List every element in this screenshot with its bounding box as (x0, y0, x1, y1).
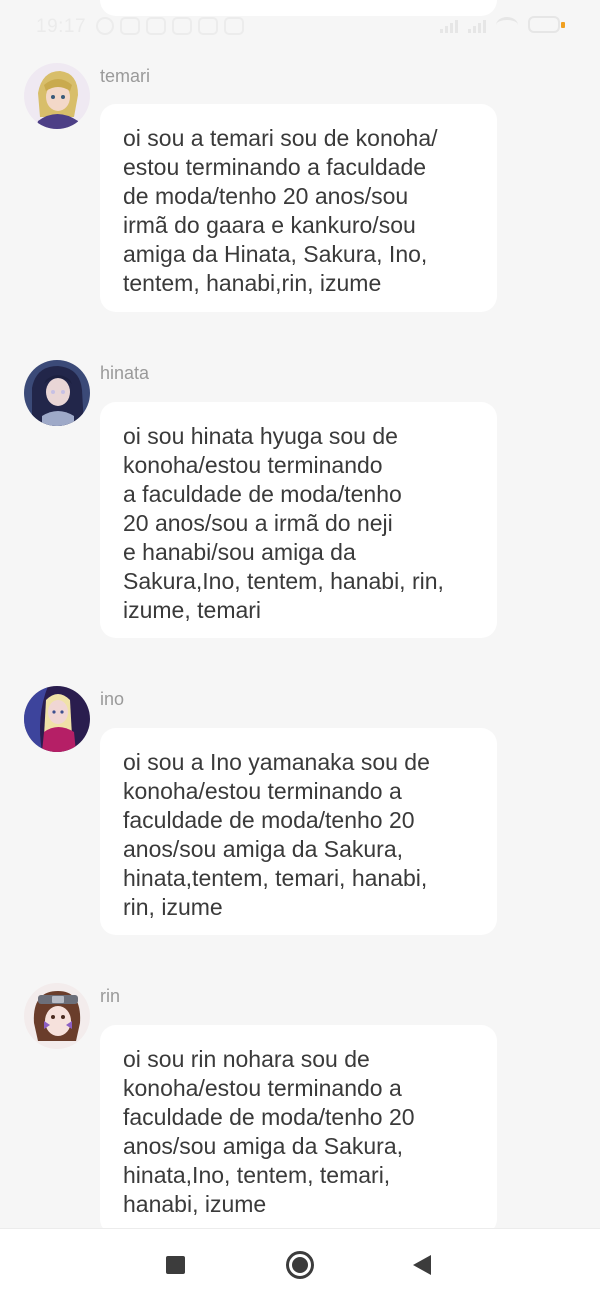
message-line: hanabi, izume (123, 1191, 267, 1217)
signal-icon (468, 17, 486, 33)
home-icon[interactable] (286, 1251, 314, 1279)
message-line: amiga da Hinata, Sakura, Ino, (123, 241, 428, 267)
chat-icon (120, 17, 140, 35)
status-bar: 19:17 (0, 0, 600, 54)
username[interactable]: hinata (100, 363, 149, 384)
message-line: faculdade de moda/tenho 20 (123, 807, 415, 833)
battery-icon (528, 16, 565, 33)
message-line: anos/sou amiga da Sakura, (123, 836, 404, 862)
message-bubble[interactable]: oi sou a Ino yamanaka sou de konoha/esto… (100, 728, 497, 935)
message-line: anos/sou amiga da Sakura, (123, 1133, 404, 1159)
message-line: konoha/estou terminando (123, 452, 383, 478)
recents-icon[interactable] (166, 1256, 185, 1274)
chat-icon (198, 17, 218, 35)
signal-icon (440, 17, 458, 33)
message-line: estou terminando a faculdade (123, 154, 427, 180)
rin-avatar[interactable] (24, 983, 90, 1049)
message-bubble[interactable]: oi sou a temari sou de konoha/ estou ter… (100, 104, 497, 312)
username[interactable]: temari (100, 66, 150, 87)
message-line: rin, izume (123, 894, 223, 920)
temari-avatar[interactable] (24, 63, 90, 129)
message-bubble[interactable]: oi sou hinata hyuga sou de konoha/estou … (100, 402, 497, 638)
message-line: oi sou hinata hyuga sou de (123, 423, 398, 449)
message-line: izume, temari (123, 597, 262, 623)
ino-avatar[interactable] (24, 686, 90, 752)
message-line: konoha/estou terminando a (123, 1075, 402, 1101)
status-right-icons (440, 16, 565, 33)
message-line: konoha/estou terminando a (123, 778, 402, 804)
back-icon[interactable] (413, 1255, 431, 1275)
message-line: oi sou rin nohara sou de (123, 1046, 370, 1072)
chat-icon (146, 17, 166, 35)
message-line: de moda/tenho 20 anos/sou (123, 183, 409, 209)
message-line: oi sou a temari sou de konoha/ (123, 125, 438, 151)
status-time: 19:17 (36, 16, 87, 37)
hinata-avatar[interactable] (24, 360, 90, 426)
message-line: a faculdade de moda/tenho (123, 481, 402, 507)
wifi-icon (496, 16, 518, 33)
message-line: e hanabi/sou amiga da (123, 539, 356, 565)
username[interactable]: rin (100, 986, 120, 1007)
alarm-icon (96, 17, 114, 35)
chat-icon (172, 17, 192, 35)
message-bubble[interactable]: oi sou rin nohara sou de konoha/estou te… (100, 1025, 497, 1235)
message-line: faculdade de moda/tenho 20 (123, 1104, 415, 1130)
notification-icons (96, 17, 244, 35)
message-line: 20 anos/sou a irmã do neji (123, 510, 393, 536)
message-line: hinata,Ino, tentem, temari, (123, 1162, 391, 1188)
message-line: oi sou a Ino yamanaka sou de (123, 749, 430, 775)
message-line: irmã do gaara e kankuro/sou (123, 212, 416, 238)
username[interactable]: ino (100, 689, 124, 710)
message-line: hinata,tentem, temari, hanabi, (123, 865, 428, 891)
chat-icon (224, 17, 244, 35)
system-nav-bar (0, 1228, 600, 1300)
message-line: Sakura,Ino, tentem, hanabi, rin, (123, 568, 444, 594)
message-line: tentem, hanabi,rin, izume (123, 270, 382, 296)
